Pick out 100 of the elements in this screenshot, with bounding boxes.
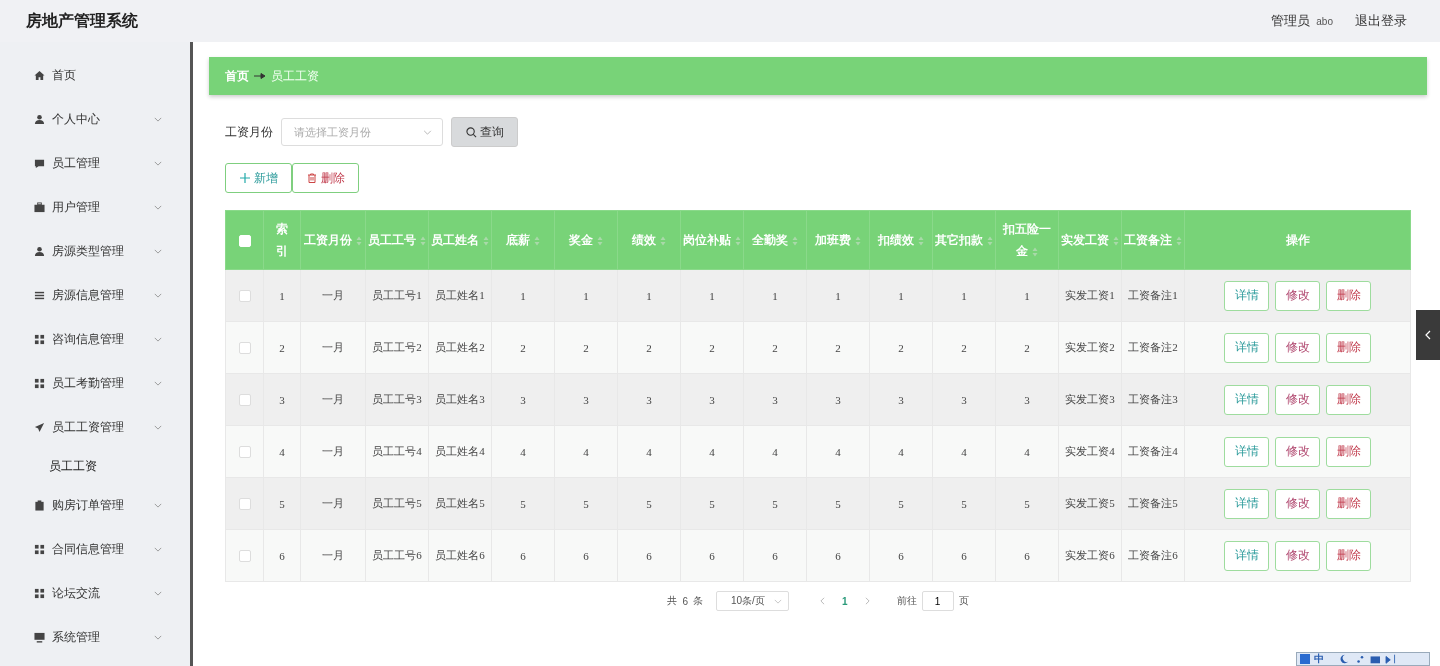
table-cell: 1 <box>491 269 555 322</box>
sort-icon[interactable] <box>534 236 540 247</box>
menu-item[interactable]: 购房订单管理 <box>0 483 190 527</box>
previous-page-icon[interactable] <box>820 597 825 605</box>
table-cell: 员工姓名5 <box>428 477 492 530</box>
table-cell: 3 <box>680 373 744 426</box>
detail-button[interactable]: 详情 <box>1224 488 1269 519</box>
table-cell: 员工姓名2 <box>428 321 492 374</box>
list-icon <box>34 289 45 301</box>
delete-button[interactable]: 删除 <box>1326 332 1371 363</box>
table-cell: 5 <box>263 477 301 530</box>
table-cell: 实发工资1 <box>1058 269 1122 322</box>
menu-item[interactable]: 用户管理 <box>0 185 190 229</box>
search-button[interactable]: 查询 <box>451 117 518 147</box>
row-checkbox[interactable] <box>238 498 251 511</box>
menu-item[interactable]: 房源信息管理 <box>0 273 190 317</box>
menu-item[interactable]: 首页 <box>0 53 190 97</box>
detail-button[interactable]: 详情 <box>1224 332 1269 363</box>
table-cell: 3 <box>263 373 301 426</box>
menu-item[interactable]: 系统管理 <box>0 615 190 659</box>
delete-button[interactable]: 删除 <box>1326 436 1371 467</box>
detail-button[interactable]: 详情 <box>1224 540 1269 571</box>
submenu-item[interactable]: 员工工资 <box>0 449 190 483</box>
edit-button[interactable]: 修改 <box>1275 540 1320 571</box>
table-cell: 员工姓名6 <box>428 529 492 582</box>
table-cell: 一月 <box>300 321 366 374</box>
edit-button[interactable]: 修改 <box>1275 280 1320 311</box>
delete-button[interactable]: 删除 <box>1326 488 1371 519</box>
sort-icon[interactable] <box>597 236 603 247</box>
table-cell: 员工姓名4 <box>428 425 492 478</box>
add-button[interactable]: 新增 <box>225 163 292 193</box>
sort-icon[interactable] <box>1113 236 1119 247</box>
menu-item[interactable]: 房源类型管理 <box>0 229 190 273</box>
next-page-icon[interactable] <box>864 597 870 605</box>
delete-button[interactable]: 删除 <box>292 163 359 193</box>
detail-button[interactable]: 详情 <box>1224 384 1269 415</box>
table-cell: 工资备注1 <box>1121 269 1185 322</box>
menu-item[interactable]: 个人中心 <box>0 97 190 141</box>
sort-icon[interactable] <box>1176 236 1182 247</box>
month-select[interactable]: 请选择工资月份 <box>281 118 443 146</box>
menu-item[interactable]: 员工工资管理 <box>0 405 190 449</box>
table-cell: 6 <box>491 529 555 582</box>
table-cell: 一月 <box>300 269 366 322</box>
table-cell: 2 <box>680 321 744 374</box>
table-cell: 员工工号3 <box>365 373 429 426</box>
table-cell: 5 <box>806 477 870 530</box>
sort-icon[interactable] <box>855 236 861 247</box>
row-checkbox[interactable] <box>238 290 251 303</box>
table-cell: 4 <box>554 425 618 478</box>
grid-icon <box>34 377 45 389</box>
edit-button[interactable]: 修改 <box>1275 384 1320 415</box>
detail-button[interactable]: 详情 <box>1224 436 1269 467</box>
collapse-tab[interactable] <box>1416 310 1440 360</box>
menu-item[interactable]: 员工考勤管理 <box>0 361 190 405</box>
paper-plane-icon <box>34 421 45 433</box>
menu-item[interactable]: 员工管理 <box>0 141 190 185</box>
menu-item[interactable]: 咨询信息管理 <box>0 317 190 361</box>
edit-button[interactable]: 修改 <box>1275 436 1320 467</box>
sort-icon[interactable] <box>356 236 362 247</box>
table-cell: 1 <box>263 269 301 322</box>
delete-button[interactable]: 删除 <box>1326 384 1371 415</box>
page-input[interactable]: 1 <box>921 591 954 611</box>
select-all-checkbox[interactable] <box>238 235 251 248</box>
table-cell: 5 <box>617 477 681 530</box>
chevron-left-icon <box>1425 330 1431 340</box>
sort-icon[interactable] <box>918 236 924 247</box>
menu-item[interactable]: 合同信息管理 <box>0 527 190 571</box>
row-checkbox[interactable] <box>238 446 251 459</box>
detail-button[interactable]: 详情 <box>1224 280 1269 311</box>
table-cell: 3 <box>869 373 933 426</box>
breadcrumb-current: 员工工资 <box>271 67 319 85</box>
monitor-icon <box>34 631 45 643</box>
edit-button[interactable]: 修改 <box>1275 332 1320 363</box>
delete-button[interactable]: 删除 <box>1326 540 1371 571</box>
sort-icon[interactable] <box>987 236 993 247</box>
sort-icon[interactable] <box>792 236 798 247</box>
sort-icon[interactable] <box>1032 247 1038 258</box>
sort-icon[interactable] <box>420 236 426 247</box>
page-number[interactable]: 1 <box>842 595 848 607</box>
table-cell: 1 <box>680 269 744 322</box>
table-cell: 员工工号5 <box>365 477 429 530</box>
table-cell: 员工姓名1 <box>428 269 492 322</box>
table-cell: 3 <box>806 373 870 426</box>
logout-link[interactable]: 退出登录 <box>1355 12 1407 30</box>
delete-button[interactable]: 删除 <box>1326 280 1371 311</box>
table-cell: 2 <box>617 321 681 374</box>
sort-icon[interactable] <box>735 236 741 247</box>
ime-mode[interactable]: 中 <box>1314 653 1324 665</box>
table-cell: 5 <box>932 477 996 530</box>
menu-item[interactable]: 论坛交流 <box>0 571 190 615</box>
row-checkbox[interactable] <box>238 550 251 563</box>
row-checkbox[interactable] <box>238 394 251 407</box>
sort-icon[interactable] <box>660 236 666 247</box>
row-checkbox[interactable] <box>238 342 251 355</box>
chevron-icon <box>423 129 432 135</box>
edit-button[interactable]: 修改 <box>1275 488 1320 519</box>
sort-icon[interactable] <box>483 236 489 247</box>
month-input[interactable]: 请选择工资月份 <box>292 125 423 139</box>
table-cell: 3 <box>491 373 555 426</box>
page-size-select[interactable]: 10条/页 <box>716 591 789 611</box>
